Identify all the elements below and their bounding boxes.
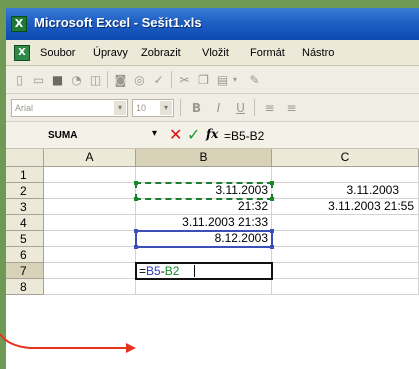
cancel-icon[interactable]: ✕ (169, 125, 182, 144)
excel-app-icon[interactable]: X (11, 16, 27, 32)
italic-icon[interactable]: I (210, 99, 227, 116)
name-box[interactable]: SUMA (48, 130, 77, 141)
document-control-icon[interactable]: X (14, 45, 30, 61)
cell-c7[interactable] (272, 263, 419, 279)
cell-c3[interactable]: 3.11.2003 21:55 (272, 199, 419, 215)
range-handle[interactable] (134, 181, 138, 185)
row-header-6[interactable]: 6 (6, 247, 44, 263)
range-handle[interactable] (134, 197, 138, 201)
menu-upravy[interactable]: Úpravy (93, 47, 128, 59)
row-header-5[interactable]: 5 (6, 231, 44, 247)
range-handle[interactable] (134, 229, 138, 233)
range-handle[interactable] (270, 229, 274, 233)
cell-b4[interactable]: 3.11.2003 21:33 (136, 215, 272, 231)
cell-a8[interactable] (44, 279, 136, 295)
copy-icon[interactable]: ❐ (195, 71, 212, 88)
cell-a1[interactable] (44, 167, 136, 183)
cell-c6[interactable] (272, 247, 419, 263)
cell-b6[interactable] (136, 247, 272, 263)
enter-icon[interactable]: ✓ (187, 125, 200, 144)
align-left-icon[interactable]: ≡ (261, 99, 278, 116)
chevron-down-icon[interactable]: ▾ (114, 101, 126, 115)
column-header-b[interactable]: B (136, 149, 272, 167)
font-size-combo[interactable]: 10 ▾ (132, 99, 174, 117)
cell-c5[interactable] (272, 231, 419, 247)
row-header-4[interactable]: 4 (6, 215, 44, 231)
toolbar-separator (180, 99, 181, 116)
menu-nastroje[interactable]: Nástro (302, 47, 334, 59)
cell-b5[interactable]: 8.12.2003 (136, 231, 272, 247)
formula-ref-b2: B2 (164, 264, 180, 278)
font-name-value: Arial (15, 103, 34, 113)
range-handle[interactable] (270, 197, 274, 201)
insert-function-icon[interactable]: fx (206, 127, 218, 141)
formatting-toolbar: Arial ▾ 10 ▾ B I U ≡ ≡ (6, 94, 419, 122)
cell-b7-formula[interactable]: =B5-B2 (139, 264, 179, 278)
range-handle[interactable] (270, 181, 274, 185)
range-handle[interactable] (270, 245, 274, 249)
column-header-c[interactable]: C (272, 149, 419, 167)
paste-dropdown-icon[interactable]: ▾ (230, 71, 240, 88)
cut-icon[interactable]: ✂ (176, 71, 193, 88)
cell-c2[interactable]: 3.11.2003 (272, 183, 419, 199)
cell-a2[interactable] (44, 183, 136, 199)
cell-c8[interactable] (272, 279, 419, 295)
open-icon[interactable]: ▭ (30, 71, 47, 88)
row-header-1[interactable]: 1 (6, 167, 44, 183)
cell-c4[interactable] (272, 215, 419, 231)
font-name-combo[interactable]: Arial ▾ (11, 99, 128, 117)
cell-a3[interactable] (44, 199, 136, 215)
formula-equals: = (139, 264, 147, 278)
cell-b3[interactable]: 21:32 (136, 199, 272, 215)
chevron-down-icon[interactable]: ▾ (160, 101, 172, 115)
text-cursor (194, 265, 195, 277)
toolbar-separator (107, 71, 108, 88)
underline-icon[interactable]: U (232, 99, 249, 116)
worksheet-grid[interactable]: A B C 1 2 3 4 5 6 7 8 3.11.2003 3.11.200… (6, 149, 419, 369)
row-header-2[interactable]: 2 (6, 183, 44, 199)
cell-a4[interactable] (44, 215, 136, 231)
row-header-3[interactable]: 3 (6, 199, 44, 215)
print-preview-icon[interactable]: ◎ (131, 71, 148, 88)
cell-b2[interactable]: 3.11.2003 (136, 183, 272, 199)
permission-icon[interactable]: ◔ (68, 71, 85, 88)
toolbar-separator (254, 99, 255, 116)
align-center-icon[interactable]: ≡ (283, 99, 300, 116)
new-icon[interactable]: ▯ (11, 71, 28, 88)
print-icon[interactable]: ◙ (112, 71, 129, 88)
cell-c1[interactable] (272, 167, 419, 183)
title-bar: X Microsoft Excel - Sešit1.xls (6, 8, 419, 40)
menu-zobrazit[interactable]: Zobrazit (141, 47, 181, 59)
cell-a7[interactable] (44, 263, 136, 279)
window-title: Microsoft Excel - Sešit1.xls (34, 15, 202, 30)
formula-bar: SUMA ▾ ✕ ✓ fx =B5-B2 (6, 122, 419, 149)
save-icon[interactable]: ■ (49, 71, 66, 88)
font-size-value: 10 (136, 103, 147, 113)
menu-soubor[interactable]: Soubor (40, 47, 75, 59)
menu-vlozit[interactable]: Vložit (202, 47, 229, 59)
standard-toolbar: ▯ ▭ ■ ◔ ◫ ◙ ◎ ✓ ✂ ❐ ▤ ▾ ✎ (6, 66, 419, 94)
row-header-8[interactable]: 8 (6, 279, 44, 295)
bold-icon[interactable]: B (188, 99, 205, 116)
chevron-down-icon[interactable]: ▾ (152, 128, 157, 139)
cell-a6[interactable] (44, 247, 136, 263)
email-icon[interactable]: ◫ (87, 71, 104, 88)
select-all-corner[interactable] (6, 149, 44, 167)
range-handle[interactable] (134, 245, 138, 249)
row-header-7[interactable]: 7 (6, 263, 44, 279)
format-painter-icon[interactable]: ✎ (246, 71, 263, 88)
excel-window: X Microsoft Excel - Sešit1.xls X Soubor … (6, 8, 419, 369)
spelling-icon[interactable]: ✓ (150, 71, 167, 88)
formula-input[interactable]: =B5-B2 (224, 129, 264, 143)
column-header-a[interactable]: A (44, 149, 136, 167)
menu-format[interactable]: Formát (250, 47, 285, 59)
cell-b1[interactable] (136, 167, 272, 183)
formula-ref-b5: B5 (146, 264, 161, 278)
menu-bar: X Soubor Úpravy Zobrazit Vložit Formát N… (6, 40, 419, 66)
paste-icon[interactable]: ▤ (214, 71, 231, 88)
toolbar-separator (171, 71, 172, 88)
cell-b8[interactable] (136, 279, 272, 295)
cell-a5[interactable] (44, 231, 136, 247)
